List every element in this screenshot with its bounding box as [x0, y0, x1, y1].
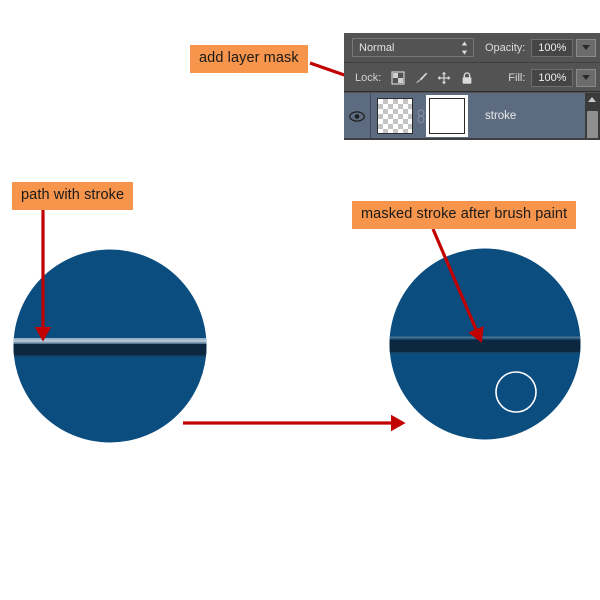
chevron-down-icon: [582, 75, 591, 80]
layer-mask-thumbnail[interactable]: [426, 95, 468, 137]
layer-name-label: stroke: [485, 110, 517, 122]
left-circle-group: [13, 249, 207, 443]
callout-path-with-stroke: path with stroke: [12, 182, 134, 210]
right-circle-group: [389, 248, 581, 440]
layers-panel-lock-row: Lock: Fill: 100%: [344, 64, 600, 92]
blend-mode-select[interactable]: Normal ▲ ▼: [352, 38, 474, 57]
layer-mask-link-toggle[interactable]: [413, 108, 429, 124]
layers-panel: Normal ▲ ▼ Opacity: 100% Lock: Fill: 100…: [344, 33, 600, 140]
callout-add-layer-mask: add layer mask: [190, 45, 308, 73]
opacity-input[interactable]: 100%: [531, 38, 574, 57]
callout-masked-stroke: masked stroke after brush paint: [352, 201, 577, 229]
layers-panel-blend-row: Normal ▲ ▼ Opacity: 100%: [344, 33, 600, 63]
lock-image-pixels-paintbrush-icon[interactable]: [414, 71, 428, 85]
lock-transparent-pixels-icon[interactable]: [391, 70, 405, 85]
scroll-up-arrow-icon[interactable]: [588, 97, 596, 102]
opacity-value: 100%: [538, 41, 567, 54]
layer-row-stroke[interactable]: stroke: [344, 93, 600, 139]
lock-icon-group: [391, 70, 474, 85]
chevron-updown-icon: ▲ ▼: [460, 38, 469, 56]
lock-all-padlock-icon[interactable]: [460, 71, 474, 85]
opacity-label: Opacity:: [485, 41, 526, 54]
layers-panel-scrollbar[interactable]: [585, 93, 600, 140]
screenshot-canvas: add layer mask path with stroke masked s…: [0, 0, 600, 600]
right-stroke-band: [389, 336, 581, 354]
left-stroke-band: [13, 338, 207, 357]
callout-add-layer-mask-text: add layer mask: [199, 50, 299, 66]
chevron-down-icon: [582, 45, 591, 50]
callout-path-with-stroke-text: path with stroke: [21, 187, 125, 203]
layers-panel-bottom-divider: [344, 138, 600, 140]
lock-label: Lock:: [355, 71, 382, 84]
scrollbar-thumb[interactable]: [587, 111, 598, 140]
fill-dropdown-button[interactable]: [576, 68, 597, 87]
layer-thumbnail[interactable]: [377, 98, 413, 134]
callout-masked-stroke-text: masked stroke after brush paint: [361, 206, 568, 222]
fill-value: 100%: [538, 71, 567, 84]
blend-mode-value: Normal: [359, 41, 395, 54]
fill-input[interactable]: 100%: [531, 68, 574, 87]
layer-visibility-toggle[interactable]: [344, 93, 371, 139]
lock-position-move-icon[interactable]: [437, 71, 451, 85]
fill-label: Fill:: [508, 71, 526, 84]
eye-icon: [349, 110, 365, 122]
opacity-dropdown-button[interactable]: [576, 38, 597, 57]
link-chain-icon: [417, 108, 425, 123]
